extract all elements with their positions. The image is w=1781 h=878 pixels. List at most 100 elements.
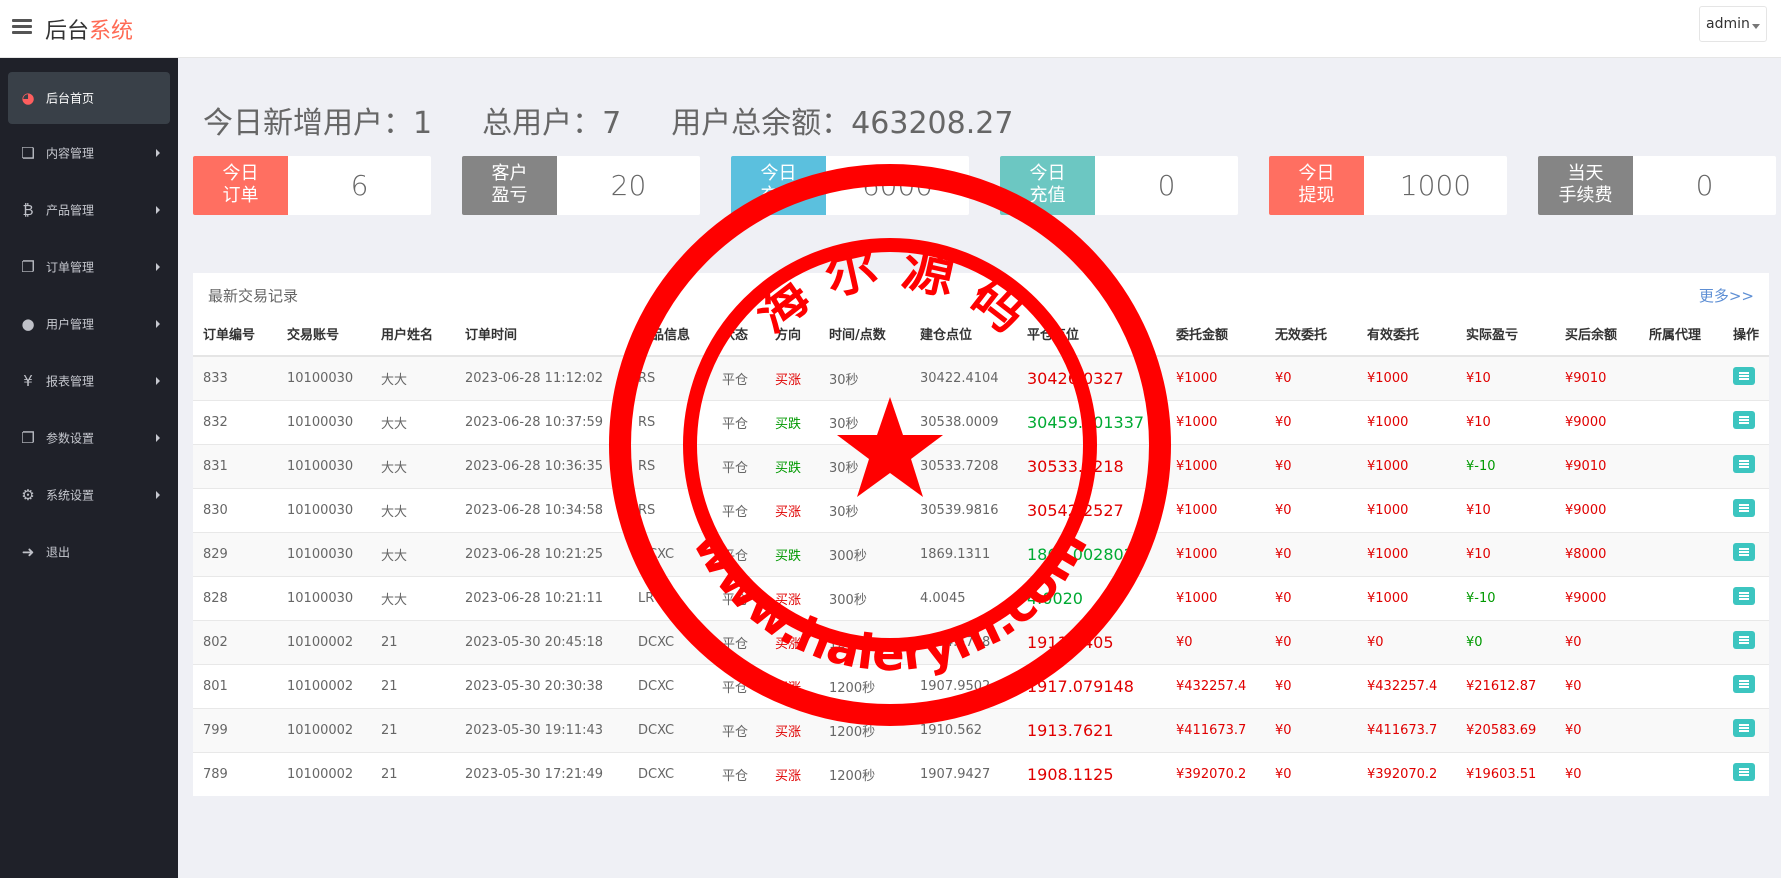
column-header: 用户姓名 — [371, 311, 455, 357]
column-header: 交易账号 — [277, 311, 371, 357]
user-menu-button[interactable]: admin — [1699, 6, 1767, 42]
table-cell: 828 — [193, 575, 277, 620]
recent-trades-panel: 最新交易记录 更多>> 订单编号 交易账号 用户姓名 订单时间 产品信息 状态 方向 时间/点… — [193, 273, 1769, 796]
stat-label: 今日 充值 — [1000, 156, 1095, 215]
more-link[interactable]: 更多>> — [1699, 285, 1754, 306]
table-row: 802 10100002 21 2023-05-30 20:45:18 DCXC 平仓 买涨… — [193, 619, 1769, 664]
sidebar-item-2[interactable]: ₿ 产品管理 — [8, 181, 170, 238]
column-header: 订单编号 — [193, 311, 277, 357]
table-cell — [1723, 619, 1769, 664]
table-cell: ¥10 — [1456, 355, 1555, 400]
list-detail-icon[interactable] — [1733, 455, 1755, 473]
table-cell: 平仓 — [712, 663, 765, 708]
table-cell — [1639, 751, 1723, 796]
table-cell: ¥432257.4 — [1357, 663, 1456, 708]
table-row: 799 10100002 21 2023-05-30 19:11:43 DCXC 平仓 买涨… — [193, 707, 1769, 752]
list-detail-icon[interactable] — [1733, 675, 1755, 693]
list-detail-icon[interactable] — [1733, 367, 1755, 386]
table-cell: ¥1000 — [1166, 399, 1265, 444]
list-detail-icon[interactable] — [1733, 499, 1755, 517]
table-cell: 30459.001337 — [1017, 399, 1166, 444]
sidebar-item-6[interactable]: ❐ 参数设置 — [8, 409, 170, 466]
table-cell: 2023-06-28 10:37:59 — [455, 399, 628, 444]
table-cell: 买涨 — [765, 355, 819, 400]
table-cell — [1639, 663, 1723, 708]
table-cell: DCXC — [628, 751, 712, 796]
table-cell — [1723, 575, 1769, 620]
table-row: 828 10100030 大大 2023-06-28 10:21:11 LR 平仓 买涨 30… — [193, 575, 1769, 620]
table-cell: DCXC — [628, 707, 712, 752]
table-cell: 1911.0405 — [1017, 619, 1166, 664]
table-cell: ¥0 — [1265, 707, 1357, 752]
caret-right-icon — [156, 376, 160, 385]
table-cell: ¥411673.7 — [1357, 707, 1456, 752]
table-cell: 30426.0327 — [1017, 355, 1166, 400]
sidebar: ◕ 后台首页 ❏ 内容管理 ₿ 产品管理 ❐ 订单管理 ● 用户管理 ¥ 报表管理 ❐ 参数设置 ⚙ 系统设置… — [0, 58, 178, 878]
table-cell: ¥9010 — [1555, 443, 1639, 488]
table-cell: 30422.4104 — [910, 355, 1017, 400]
table-cell: DCXC — [628, 619, 712, 664]
table-cell — [1723, 443, 1769, 488]
table-cell: ¥411673.7 — [1166, 707, 1265, 752]
stat-card: 当天 手续费 0 — [1538, 156, 1776, 215]
table-cell: 10100030 — [277, 531, 371, 576]
table-cell: 30秒 — [819, 355, 910, 400]
stat-value: 6 — [350, 169, 369, 202]
list-detail-icon[interactable] — [1733, 543, 1755, 561]
table-cell: 30秒 — [819, 399, 910, 444]
table-cell: ¥1000 — [1166, 487, 1265, 532]
table-cell: 802 — [193, 619, 277, 664]
table-cell: ¥21612.87 — [1456, 663, 1555, 708]
table-row: 831 10100030 大大 2023-06-28 10:36:35 RS 平仓 买跌 30… — [193, 443, 1769, 488]
table-row: 832 10100030 大大 2023-06-28 10:37:59 RS 平仓 买跌 30… — [193, 399, 1769, 444]
sidebar-item-8[interactable]: ➜ 退出 — [8, 523, 170, 580]
sidebar-item-5[interactable]: ¥ 报表管理 — [8, 352, 170, 409]
menu-toggle-icon[interactable] — [12, 19, 32, 35]
table-cell: 789 — [193, 751, 277, 796]
copy-icon: ❐ — [21, 428, 35, 447]
table-cell: 买涨 — [765, 575, 819, 620]
list-detail-icon[interactable] — [1733, 719, 1755, 737]
table-cell: 10100002 — [277, 663, 371, 708]
table-cell: 2023-05-30 20:30:38 — [455, 663, 628, 708]
table-cell: RS — [628, 487, 712, 532]
list-detail-icon[interactable] — [1733, 631, 1755, 649]
stat-value: 0 — [1157, 169, 1176, 202]
table-row: 789 10100002 21 2023-05-30 17:21:49 DCXC 平仓 买涨… — [193, 751, 1769, 796]
table-cell: 大大 — [371, 355, 455, 400]
table-cell: 平仓 — [712, 399, 765, 444]
table-cell: 1907.9502 — [910, 663, 1017, 708]
table-cell: RS — [628, 355, 712, 400]
sidebar-item-3[interactable]: ❐ 订单管理 — [8, 238, 170, 295]
gears-icon: ⚙ — [21, 485, 35, 504]
list-detail-icon[interactable] — [1733, 587, 1755, 605]
brand-accent: 系统 — [89, 19, 134, 44]
sidebar-item-0[interactable]: ◕ 后台首页 — [8, 72, 170, 124]
list-detail-icon[interactable] — [1733, 411, 1755, 429]
caret-right-icon — [156, 262, 160, 271]
stat-card: 今日 充值 6000 — [731, 156, 969, 215]
column-header: 买后余额 — [1555, 311, 1639, 357]
table-cell: 平仓 — [712, 575, 765, 620]
sidebar-item-7[interactable]: ⚙ 系统设置 — [8, 466, 170, 523]
caret-right-icon — [156, 433, 160, 442]
panel-title: 最新交易记录 — [208, 287, 299, 305]
list-detail-icon[interactable] — [1733, 763, 1755, 782]
table-cell: ¥392070.2 — [1357, 751, 1456, 796]
sidebar-item-1[interactable]: ❏ 内容管理 — [8, 124, 170, 181]
table-cell: 1869.1311 — [910, 531, 1017, 576]
table-cell: 买涨 — [765, 663, 819, 708]
table-cell: ¥9000 — [1555, 575, 1639, 620]
table-cell: 2023-06-28 10:21:11 — [455, 575, 628, 620]
table-cell: DCXC — [628, 531, 712, 576]
table-cell: RS — [628, 399, 712, 444]
table-cell: ¥10 — [1456, 531, 1555, 576]
table-cell: ¥1000 — [1166, 575, 1265, 620]
sidebar-item-4[interactable]: ● 用户管理 — [8, 295, 170, 352]
table-cell: 平仓 — [712, 355, 765, 400]
sidebar-item-label: 系统设置 — [46, 488, 95, 502]
sidebar-item-label: 内容管理 — [46, 146, 95, 160]
table-row: 833 10100030 大大 2023-06-28 11:12:02 RS 平仓 买涨 30… — [193, 355, 1769, 400]
table-cell: ¥1000 — [1357, 575, 1456, 620]
table-cell — [1723, 663, 1769, 708]
